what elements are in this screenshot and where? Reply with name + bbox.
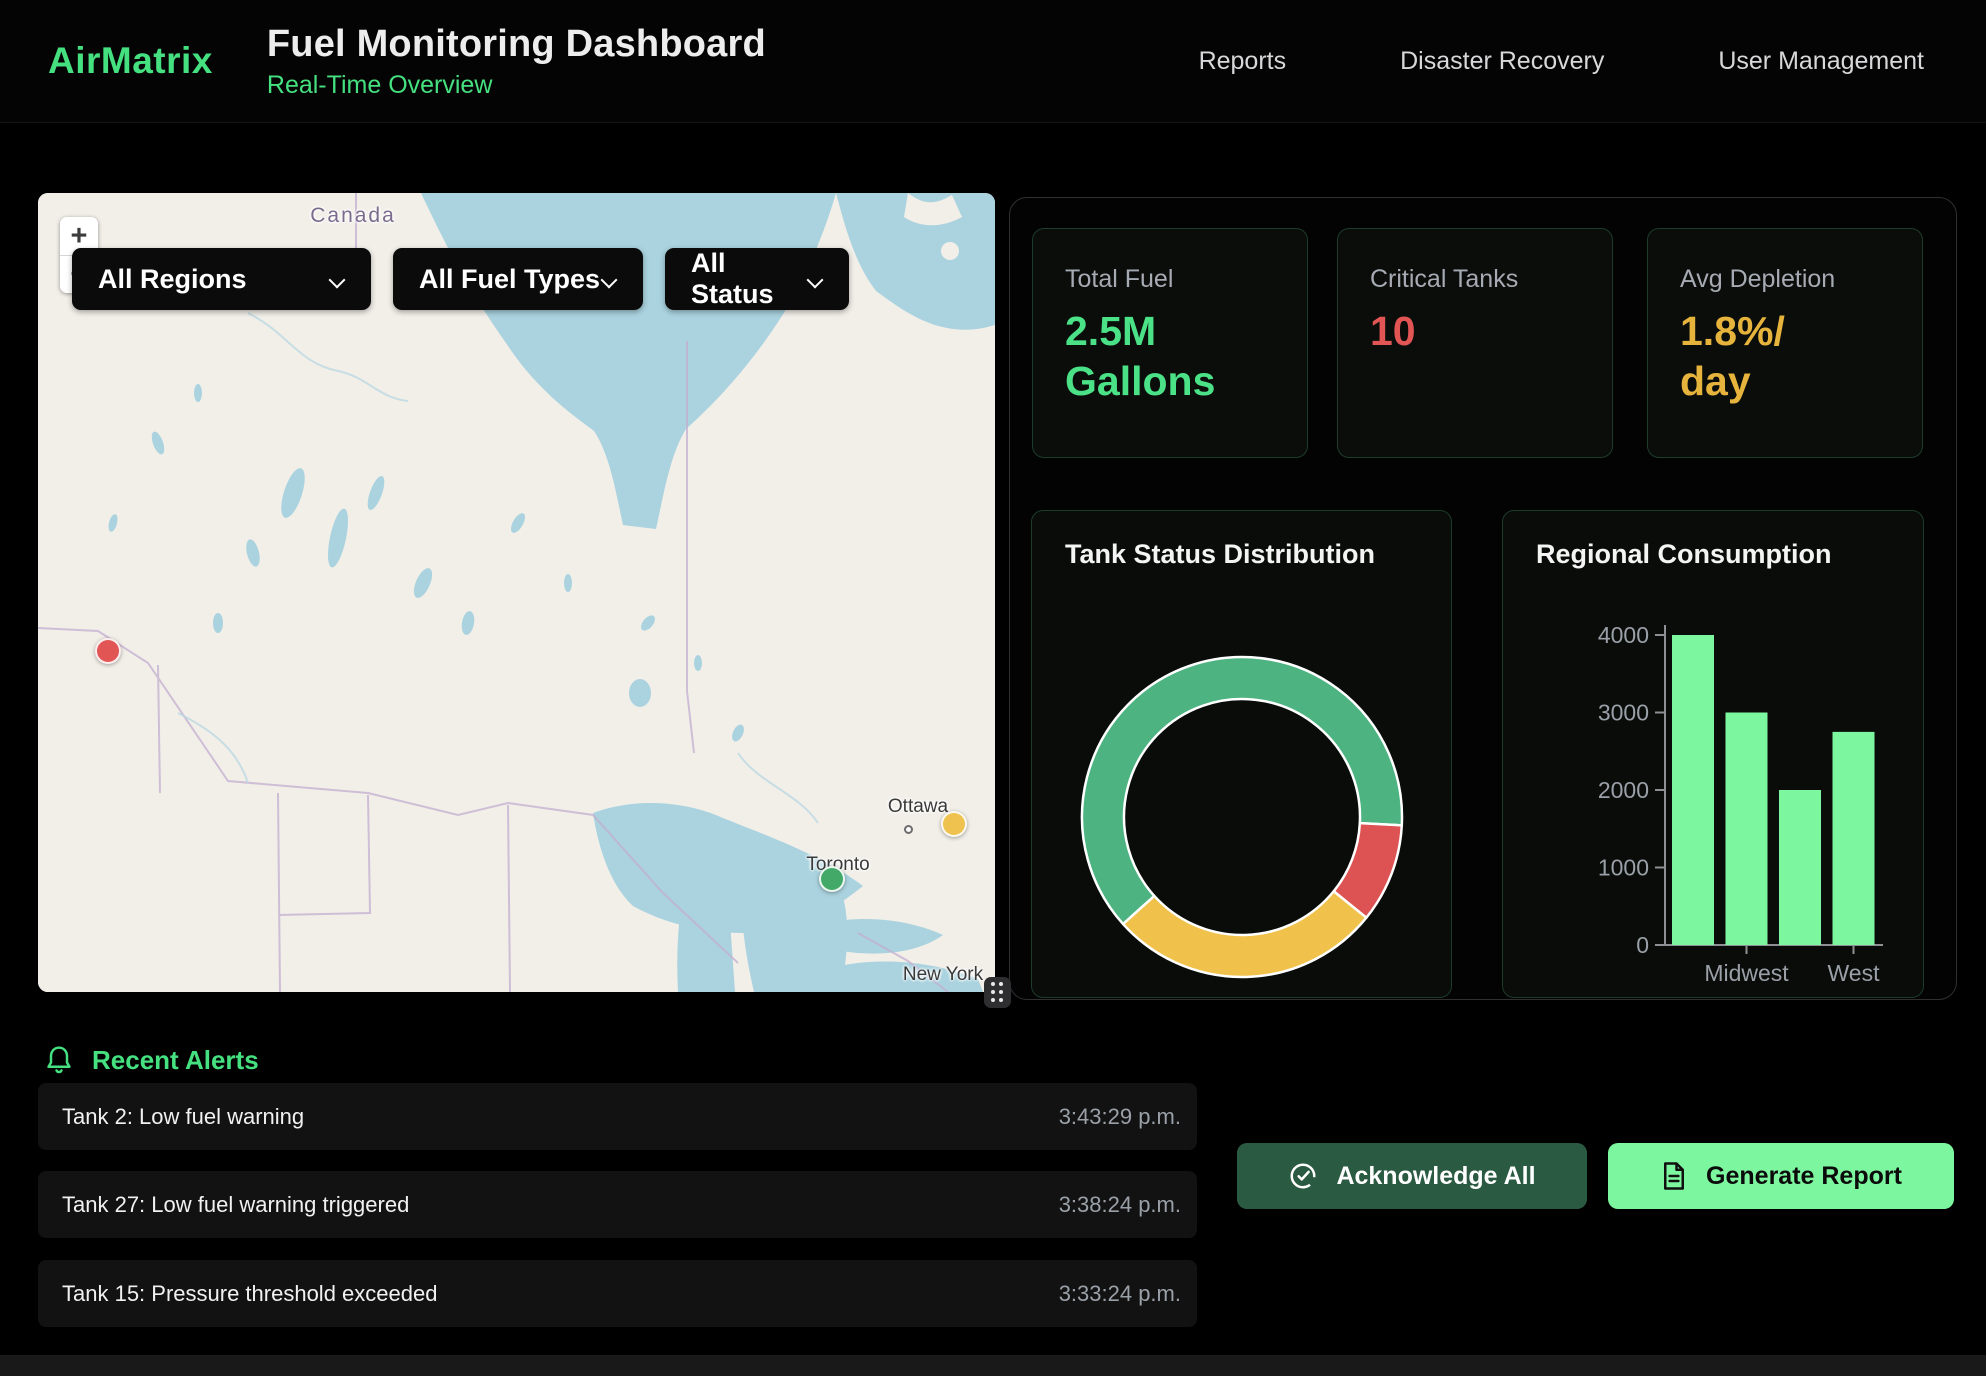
tank-status-donut-chart	[1032, 601, 1453, 991]
alerts-title: Recent Alerts	[92, 1045, 259, 1076]
stat-value: 1.8%/	[1680, 306, 1922, 356]
nav-item-reports[interactable]: Reports	[1199, 47, 1287, 76]
city-label-ottawa: Ottawa	[888, 796, 948, 818]
bar-1	[1726, 713, 1768, 946]
svg-text:Midwest: Midwest	[1704, 960, 1789, 986]
alert-row[interactable]: Tank 15: Pressure threshold exceeded 3:3…	[38, 1260, 1197, 1327]
chart-title: Regional Consumption	[1536, 539, 1831, 570]
svg-text:1000: 1000	[1598, 855, 1649, 881]
brand-logo: AirMatrix	[48, 40, 213, 82]
generate-report-label: Generate Report	[1706, 1162, 1902, 1191]
region-filter-select[interactable]: All Regions	[72, 248, 371, 310]
alert-time: 3:38:24 p.m.	[1059, 1192, 1181, 1218]
alert-row[interactable]: Tank 2: Low fuel warning 3:43:29 p.m.	[38, 1083, 1197, 1150]
chevron-down-icon	[602, 272, 617, 287]
bar-0	[1672, 635, 1714, 945]
stat-label: Avg Depletion	[1680, 265, 1922, 294]
svg-text:4000: 4000	[1598, 622, 1649, 648]
region-filter-value: All Regions	[98, 264, 247, 295]
stat-label: Total Fuel	[1065, 265, 1307, 294]
chevron-down-icon	[330, 272, 345, 287]
regional-consumption-card: Regional Consumption 0 1000 2000 3000 4000 Mi…	[1502, 510, 1924, 998]
alert-row[interactable]: Tank 27: Low fuel warning triggered 3:38…	[38, 1171, 1197, 1238]
stat-value: 10	[1370, 306, 1612, 356]
tank-status-card: Tank Status Distribution	[1031, 510, 1452, 998]
alert-time: 3:33:24 p.m.	[1059, 1281, 1181, 1307]
alert-time: 3:43:29 p.m.	[1059, 1104, 1181, 1130]
generate-report-button[interactable]: Generate Report	[1608, 1143, 1954, 1209]
top-nav: Reports Disaster Recovery User Managemen…	[1199, 47, 1924, 76]
map-panel: Canada Ottawa Toronto New York + − All R…	[38, 193, 995, 992]
stat-value-unit: day	[1680, 356, 1922, 406]
stat-value-unit: Gallons	[1065, 356, 1307, 406]
map-filters: All Regions All Fuel Types All Status	[72, 248, 849, 310]
country-label-canada: Canada	[310, 204, 396, 228]
svg-text:3000: 3000	[1598, 700, 1649, 726]
alert-message: Tank 15: Pressure threshold exceeded	[62, 1281, 437, 1307]
bar-3	[1833, 732, 1875, 945]
city-label-new-york: New York	[903, 964, 983, 986]
town-icon	[904, 825, 913, 834]
donut-segment-warning	[1123, 891, 1366, 977]
dashboard-panel: Total Fuel 2.5M Gallons Critical Tanks 1…	[1009, 197, 1957, 1000]
drag-dots-icon	[991, 982, 1004, 1003]
acknowledge-all-button[interactable]: Acknowledge All	[1237, 1143, 1587, 1209]
footer-bar	[0, 1355, 1986, 1376]
check-circle-icon	[1288, 1161, 1318, 1191]
stat-value: 2.5M	[1065, 306, 1307, 356]
page-subtitle: Real-Time Overview	[267, 71, 766, 100]
alert-message: Tank 2: Low fuel warning	[62, 1104, 304, 1130]
fuel-type-filter-select[interactable]: All Fuel Types	[393, 248, 643, 310]
tank-marker-critical[interactable]	[95, 638, 121, 664]
chart-title: Tank Status Distribution	[1065, 539, 1375, 570]
file-text-icon	[1660, 1161, 1688, 1191]
stat-label: Critical Tanks	[1370, 265, 1612, 294]
tank-marker-normal[interactable]	[819, 866, 845, 892]
svg-text:2000: 2000	[1598, 777, 1649, 803]
fuel-type-filter-value: All Fuel Types	[419, 264, 600, 295]
stat-card-critical-tanks: Critical Tanks 10	[1337, 228, 1613, 458]
nav-item-user-management[interactable]: User Management	[1718, 47, 1924, 76]
bar-2	[1779, 790, 1821, 945]
regional-consumption-bar-chart: 0 1000 2000 3000 4000 Midwest West	[1503, 571, 1925, 999]
map-drag-handle[interactable]	[984, 977, 1011, 1008]
status-filter-value: All Status	[691, 248, 808, 310]
stat-card-total-fuel: Total Fuel 2.5M Gallons	[1032, 228, 1308, 458]
status-filter-select[interactable]: All Status	[665, 248, 849, 310]
svg-text:West: West	[1828, 960, 1881, 986]
alert-message: Tank 27: Low fuel warning triggered	[62, 1192, 409, 1218]
title-block: Fuel Monitoring Dashboard Real-Time Over…	[267, 23, 766, 100]
alerts-header: Recent Alerts	[44, 1044, 259, 1076]
chevron-down-icon	[808, 272, 823, 287]
stat-card-avg-depletion: Avg Depletion 1.8%/ day	[1647, 228, 1923, 458]
svg-text:0: 0	[1636, 932, 1649, 958]
tank-marker-warning[interactable]	[941, 811, 967, 837]
nav-item-disaster-recovery[interactable]: Disaster Recovery	[1400, 47, 1604, 76]
map-canvas[interactable]: Canada Ottawa Toronto New York + − All R…	[38, 193, 995, 992]
acknowledge-all-label: Acknowledge All	[1336, 1162, 1535, 1191]
page-title: Fuel Monitoring Dashboard	[267, 23, 766, 66]
header: AirMatrix Fuel Monitoring Dashboard Real…	[0, 0, 1986, 123]
bell-icon	[44, 1044, 74, 1076]
